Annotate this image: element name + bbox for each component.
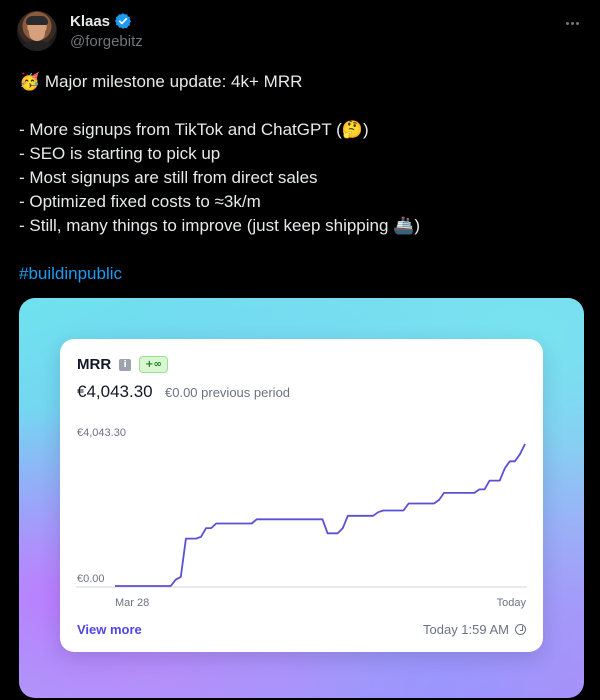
author-handle[interactable]: @forgebitz (70, 33, 143, 50)
tweet-line: - Still, many things to improve (just ke… (19, 216, 421, 236)
y-tick-label-max: €4,043.30 (77, 427, 126, 439)
author-name[interactable]: Klaas (70, 13, 110, 30)
tweet-line: - More signups from TikTok and ChatGPT (… (19, 120, 369, 140)
x-tick-label-end: Today (497, 597, 527, 609)
updated-time: Today 1:59 AM (423, 622, 526, 637)
hashtag-link[interactable]: #buildinpublic (19, 264, 122, 283)
mrr-card: MRR i +∞ €4,043.30 €0.00 previous period… (60, 339, 543, 652)
tweet: Klaas @forgebitz 🥳 Major milestone updat… (0, 0, 600, 700)
party-face-emoji: 🥳 (19, 72, 41, 92)
tweet-line: - SEO is starting to pick up (19, 144, 221, 163)
more-options-icon[interactable] (562, 13, 582, 33)
tweet-text: 🥳 Major milestone update: 4k+ MRR - More… (19, 70, 579, 286)
avatar[interactable] (17, 11, 57, 51)
verified-badge-icon (114, 13, 132, 29)
mrr-series-line (115, 443, 526, 587)
ship-emoji: 🚢 (393, 216, 415, 236)
view-more-link[interactable]: View more (77, 622, 142, 637)
author-name-row: Klaas (70, 12, 132, 30)
mrr-line-chart: €4,043.30 €0.00 Mar 28 Today (76, 427, 527, 609)
thinking-face-emoji: 🤔 (341, 120, 363, 140)
updated-time-label: Today 1:59 AM (423, 622, 509, 637)
x-tick-label-start: Mar 28 (115, 597, 149, 609)
tweet-line: 🥳 Major milestone update: 4k+ MRR (19, 72, 303, 92)
media-image[interactable]: MRR i +∞ €4,043.30 €0.00 previous period… (19, 298, 584, 698)
y-tick-label-min: €0.00 (77, 573, 105, 585)
tweet-line: - Optimized fixed costs to ≈3k/m (19, 192, 261, 211)
clock-icon (515, 624, 526, 635)
tweet-line: - Most signups are still from direct sal… (19, 168, 318, 187)
